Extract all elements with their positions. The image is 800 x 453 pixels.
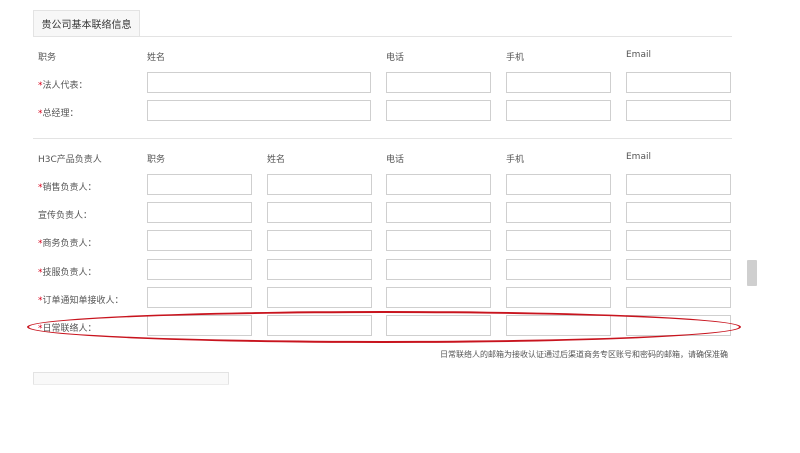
header-position: 职务 [147,155,166,165]
row-label-general-manager: *总经理： [38,106,79,119]
business-email-input[interactable] [626,230,731,251]
label-text: 技服负责人： [42,268,97,278]
header-name: 姓名 [267,155,286,165]
label-text: 销售负责人： [42,183,97,193]
business-name-input[interactable] [267,230,372,251]
daily-contact-phone-input[interactable] [386,315,491,336]
row-label-sales: *销售负责人： [38,180,97,193]
order-notice-email-input[interactable] [626,287,731,308]
label-text: 日常联络人： [42,324,97,334]
section-tab-basic-contact[interactable]: 贵公司基本联络信息 [33,10,140,36]
row-label-order-notice: *订单通知单接收人： [38,293,124,306]
daily-contact-mobile-input[interactable] [506,315,611,336]
section-divider [33,138,732,139]
tech-service-name-input[interactable] [267,259,372,280]
legal-rep-name-input[interactable] [147,72,371,93]
business-mobile-input[interactable] [506,230,611,251]
row-label-daily-contact: *日常联络人： [38,321,97,334]
publicity-phone-input[interactable] [386,202,491,223]
sales-name-input[interactable] [267,174,372,195]
legal-rep-email-input[interactable] [626,72,731,93]
order-notice-name-input[interactable] [267,287,372,308]
label-text: 订单通知单接收人： [42,296,124,306]
tech-service-email-input[interactable] [626,259,731,280]
header-mobile: 手机 [506,155,525,165]
tech-service-phone-input[interactable] [386,259,491,280]
tech-service-mobile-input[interactable] [506,259,611,280]
daily-contact-hint: 日常联络人的邮箱为接收认证通过后渠道商务专区账号和密码的邮箱，请确保准确 [440,350,728,359]
row-label-legal-rep: *法人代表： [38,78,88,91]
general-manager-phone-input[interactable] [386,100,491,121]
publicity-email-input[interactable] [626,202,731,223]
daily-contact-email-input[interactable] [626,315,731,336]
label-text: 宣传负责人： [38,211,93,221]
row-label-business: *商务负责人： [38,236,97,249]
sales-mobile-input[interactable] [506,174,611,195]
row-label-tech-service: *技服负责人： [38,265,97,278]
sales-email-input[interactable] [626,174,731,195]
daily-contact-name-input[interactable] [267,315,372,336]
header-mobile: 手机 [506,53,525,63]
tab-divider [33,36,732,37]
label-text: 法人代表： [42,81,88,91]
label-text: 总经理： [42,109,79,119]
scroll-handle[interactable] [747,260,757,286]
header-phone: 电话 [386,155,405,165]
row-label-publicity: 宣传负责人： [38,208,92,221]
header-phone: 电话 [386,53,405,63]
legal-rep-phone-input[interactable] [386,72,491,93]
legal-rep-mobile-input[interactable] [506,72,611,93]
general-manager-email-input[interactable] [626,100,731,121]
order-notice-position-input[interactable] [147,287,252,308]
publicity-name-input[interactable] [267,202,372,223]
sales-position-input[interactable] [147,174,252,195]
header-position: 职务 [38,53,57,63]
label-text: 商务负责人： [42,239,97,249]
publicity-position-input[interactable] [147,202,252,223]
order-notice-mobile-input[interactable] [506,287,611,308]
sales-phone-input[interactable] [386,174,491,195]
business-phone-input[interactable] [386,230,491,251]
general-manager-name-input[interactable] [147,100,371,121]
tech-service-position-input[interactable] [147,259,252,280]
business-position-input[interactable] [147,230,252,251]
header-name: 姓名 [147,53,166,63]
general-manager-mobile-input[interactable] [506,100,611,121]
header-product-owner: H3C产品负责人 [38,155,102,165]
publicity-mobile-input[interactable] [506,202,611,223]
header-email: Email [626,50,651,60]
next-section-divider [33,384,229,385]
header-email: Email [626,152,651,162]
daily-contact-position-input[interactable] [147,315,252,336]
next-section-tab[interactable] [33,372,229,384]
order-notice-phone-input[interactable] [386,287,491,308]
